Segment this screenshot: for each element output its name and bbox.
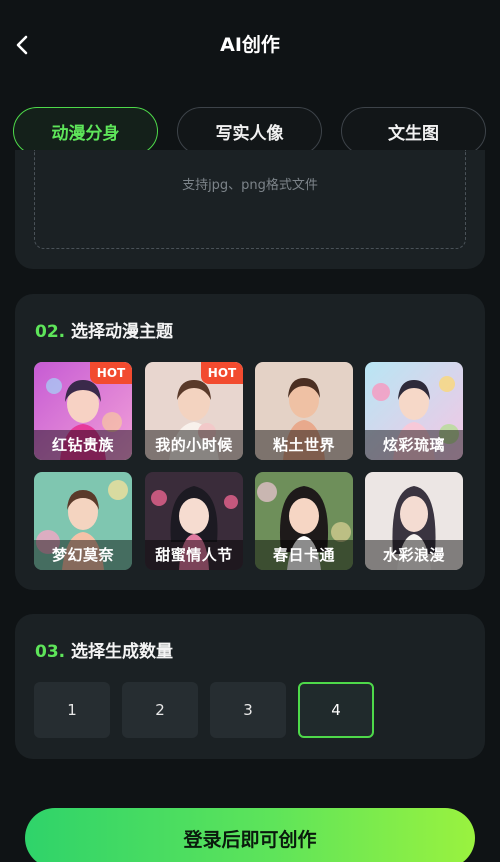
upload-dropzone[interactable]: 支持jpg、png格式文件 — [34, 150, 466, 249]
quantity-option-2[interactable]: 2 — [122, 682, 198, 738]
theme-label: 春日卡通 — [255, 540, 353, 570]
theme-card-watercolor-romance[interactable]: 水彩浪漫 — [365, 472, 463, 570]
theme-card-dreamy-monet[interactable]: 梦幻莫奈 — [34, 472, 132, 570]
theme-card-clay-world[interactable]: 粘土世界 — [255, 362, 353, 460]
login-to-create-button[interactable]: 登录后即可创作 — [25, 808, 475, 862]
quantity-section-title: 03. 选择生成数量 — [35, 637, 173, 662]
quantity-option-1[interactable]: 1 — [34, 682, 110, 738]
theme-label: 我的小时候 — [145, 430, 243, 460]
tab-text-to-image[interactable]: 文生图 — [341, 107, 486, 155]
theme-label: 粘土世界 — [255, 430, 353, 460]
section-number: 03. — [35, 642, 66, 662]
theme-label: 甜蜜情人节 — [145, 540, 243, 570]
hot-badge: HOT — [90, 362, 132, 384]
theme-card-my-childhood[interactable]: HOT 我的小时候 — [145, 362, 243, 460]
theme-label: 炫彩琉璃 — [365, 430, 463, 460]
quantity-section: 03. 选择生成数量 1 2 3 4 — [15, 614, 485, 759]
section-label: 选择动漫主题 — [71, 322, 174, 342]
upload-hint: 支持jpg、png格式文件 — [182, 178, 318, 193]
theme-card-colorful-glass[interactable]: 炫彩琉璃 — [365, 362, 463, 460]
quantity-option-3[interactable]: 3 — [210, 682, 286, 738]
header: AI创作 — [0, 0, 500, 90]
page-title: AI创作 — [220, 34, 280, 56]
mode-tabs: 动漫分身 写实人像 文生图 — [13, 107, 487, 155]
theme-card-red-diamond[interactable]: HOT 红钻贵族 — [34, 362, 132, 460]
theme-section-title: 02. 选择动漫主题 — [35, 317, 173, 342]
theme-label: 红钻贵族 — [34, 430, 132, 460]
theme-card-spring-cartoon[interactable]: 春日卡通 — [255, 472, 353, 570]
hot-badge: HOT — [201, 362, 243, 384]
tab-realistic-portrait[interactable]: 写实人像 — [177, 107, 322, 155]
theme-label: 水彩浪漫 — [365, 540, 463, 570]
upload-card: 支持jpg、png格式文件 — [15, 150, 485, 269]
quantity-option-4[interactable]: 4 — [298, 682, 374, 738]
theme-section: 02. 选择动漫主题 HOT 红钻贵族 HOT 我的小时候 粘土世界 炫彩琉璃 … — [15, 294, 485, 590]
theme-label: 梦幻莫奈 — [34, 540, 132, 570]
section-label: 选择生成数量 — [71, 642, 174, 662]
theme-card-sweet-valentine[interactable]: 甜蜜情人节 — [145, 472, 243, 570]
section-number: 02. — [35, 322, 66, 342]
tab-anime-avatar[interactable]: 动漫分身 — [13, 107, 158, 155]
